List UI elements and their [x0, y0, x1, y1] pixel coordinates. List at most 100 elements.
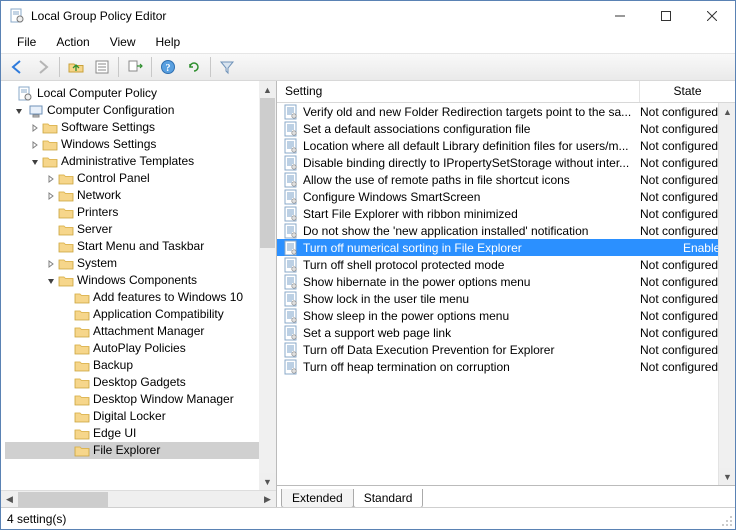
tree-root[interactable]: Local Computer Policy: [5, 85, 276, 102]
policy-icon: [283, 223, 299, 239]
caret-right-icon[interactable]: [29, 124, 41, 132]
menu-help[interactable]: Help: [148, 33, 189, 51]
scroll-left-button[interactable]: ◀: [1, 491, 18, 508]
tree-network[interactable]: Network: [5, 187, 276, 204]
policy-row[interactable]: Set a support web page linkNot configure…: [277, 324, 735, 341]
policy-name: Configure Windows SmartScreen: [303, 190, 640, 204]
caret-open-icon[interactable]: [45, 277, 57, 285]
policy-root-icon: [17, 86, 33, 102]
tree-system[interactable]: System: [5, 255, 276, 272]
column-header-setting[interactable]: Setting: [277, 81, 640, 102]
tree-wc-file-explorer[interactable]: File Explorer: [5, 442, 276, 459]
tree-start-menu[interactable]: Start Menu and Taskbar: [5, 238, 276, 255]
export-button[interactable]: [123, 56, 147, 78]
policy-row[interactable]: Configure Windows SmartScreenNot configu…: [277, 188, 735, 205]
tree-wc-digital-locker[interactable]: Digital Locker: [5, 408, 276, 425]
policy-row[interactable]: Do not show the 'new application install…: [277, 222, 735, 239]
tree-software-settings[interactable]: Software Settings: [5, 119, 276, 136]
maximize-button[interactable]: [643, 1, 689, 31]
policy-row[interactable]: Set a default associations configuration…: [277, 120, 735, 137]
menu-view[interactable]: View: [102, 33, 144, 51]
scroll-down-button[interactable]: ▼: [259, 473, 276, 490]
tree-control-panel[interactable]: Control Panel: [5, 170, 276, 187]
policy-row[interactable]: Show lock in the user tile menuNot confi…: [277, 290, 735, 307]
view-tabs: Extended Standard: [277, 485, 735, 507]
policy-row[interactable]: Turn off numerical sorting in File Explo…: [277, 239, 735, 256]
policy-icon: [283, 359, 299, 375]
resize-grip-icon[interactable]: [721, 515, 733, 527]
back-arrow-icon: [9, 59, 25, 75]
tree-server[interactable]: Server: [5, 221, 276, 238]
column-header-state[interactable]: State: [640, 81, 735, 102]
tree-wc-attachment-mgr[interactable]: Attachment Manager: [5, 323, 276, 340]
policy-row[interactable]: Show hibernate in the power options menu…: [277, 273, 735, 290]
refresh-button[interactable]: [182, 56, 206, 78]
back-button[interactable]: [5, 56, 29, 78]
scroll-down-button[interactable]: ▼: [719, 468, 735, 485]
tree-computer-config[interactable]: Computer Configuration: [5, 102, 276, 119]
caret-right-icon[interactable]: [29, 141, 41, 149]
tree-printers[interactable]: Printers: [5, 204, 276, 221]
menu-action[interactable]: Action: [48, 33, 97, 51]
tree-scroll[interactable]: Local Computer Policy Computer Configura…: [1, 81, 276, 490]
properties-button[interactable]: [90, 56, 114, 78]
close-button[interactable]: [689, 1, 735, 31]
tree-label: Software Settings: [61, 119, 155, 136]
tree-wc-autoplay[interactable]: AutoPlay Policies: [5, 340, 276, 357]
scroll-track[interactable]: [719, 120, 735, 468]
tree-wc-edge-ui[interactable]: Edge UI: [5, 425, 276, 442]
scroll-up-button[interactable]: ▲: [719, 103, 735, 120]
tree-label: Local Computer Policy: [37, 85, 157, 102]
help-button[interactable]: [156, 56, 180, 78]
scroll-up-button[interactable]: ▲: [259, 81, 276, 98]
policy-row[interactable]: Allow the use of remote paths in file sh…: [277, 171, 735, 188]
policy-row[interactable]: Turn off heap termination on corruptionN…: [277, 358, 735, 375]
policy-row[interactable]: Location where all default Library defin…: [277, 137, 735, 154]
policy-icon: [283, 274, 299, 290]
policy-icon: [283, 240, 299, 256]
forward-button[interactable]: [31, 56, 55, 78]
policy-row[interactable]: Start File Explorer with ribbon minimize…: [277, 205, 735, 222]
scroll-thumb[interactable]: [18, 492, 108, 507]
toolbar: [1, 53, 735, 81]
caret-open-icon[interactable]: [13, 107, 25, 115]
up-level-button[interactable]: [64, 56, 88, 78]
scroll-thumb[interactable]: [260, 98, 275, 248]
scroll-track[interactable]: [18, 491, 259, 508]
folder-icon: [74, 393, 90, 407]
tree-label: Desktop Window Manager: [93, 391, 234, 408]
menu-file[interactable]: File: [9, 33, 44, 51]
policy-row[interactable]: Turn off Data Execution Prevention for E…: [277, 341, 735, 358]
caret-right-icon[interactable]: [45, 260, 57, 268]
tree-vertical-scrollbar[interactable]: ▲ ▼: [259, 81, 276, 490]
policy-name: Disable binding directly to IPropertySet…: [303, 156, 640, 170]
tree-horizontal-scrollbar[interactable]: ◀ ▶: [1, 490, 276, 507]
policy-row[interactable]: Show sleep in the power options menuNot …: [277, 307, 735, 324]
tree-windows-settings[interactable]: Windows Settings: [5, 136, 276, 153]
forward-arrow-icon: [35, 59, 51, 75]
policy-icon: [283, 206, 299, 222]
tree-label: Windows Components: [77, 272, 197, 289]
tab-extended[interactable]: Extended: [281, 489, 354, 508]
caret-right-icon[interactable]: [45, 192, 57, 200]
folder-icon: [74, 325, 90, 339]
caret-right-icon[interactable]: [45, 175, 57, 183]
caret-open-icon[interactable]: [29, 158, 41, 166]
tree-windows-components[interactable]: Windows Components: [5, 272, 276, 289]
list-vertical-scrollbar[interactable]: ▲ ▼: [718, 103, 735, 485]
tree-wc-dwm[interactable]: Desktop Window Manager: [5, 391, 276, 408]
toolbar-separator: [151, 57, 152, 77]
tree-label: Digital Locker: [93, 408, 166, 425]
policy-row[interactable]: Turn off shell protocol protected modeNo…: [277, 256, 735, 273]
tab-standard[interactable]: Standard: [353, 489, 424, 508]
tree-wc-backup[interactable]: Backup: [5, 357, 276, 374]
minimize-button[interactable]: [597, 1, 643, 31]
filter-button[interactable]: [215, 56, 239, 78]
policy-row[interactable]: Verify old and new Folder Redirection ta…: [277, 103, 735, 120]
tree-wc-add-features[interactable]: Add features to Windows 10: [5, 289, 276, 306]
scroll-right-button[interactable]: ▶: [259, 491, 276, 508]
tree-admin-templates[interactable]: Administrative Templates: [5, 153, 276, 170]
tree-wc-desktop-gadgets[interactable]: Desktop Gadgets: [5, 374, 276, 391]
policy-row[interactable]: Disable binding directly to IPropertySet…: [277, 154, 735, 171]
tree-wc-app-compat[interactable]: Application Compatibility: [5, 306, 276, 323]
